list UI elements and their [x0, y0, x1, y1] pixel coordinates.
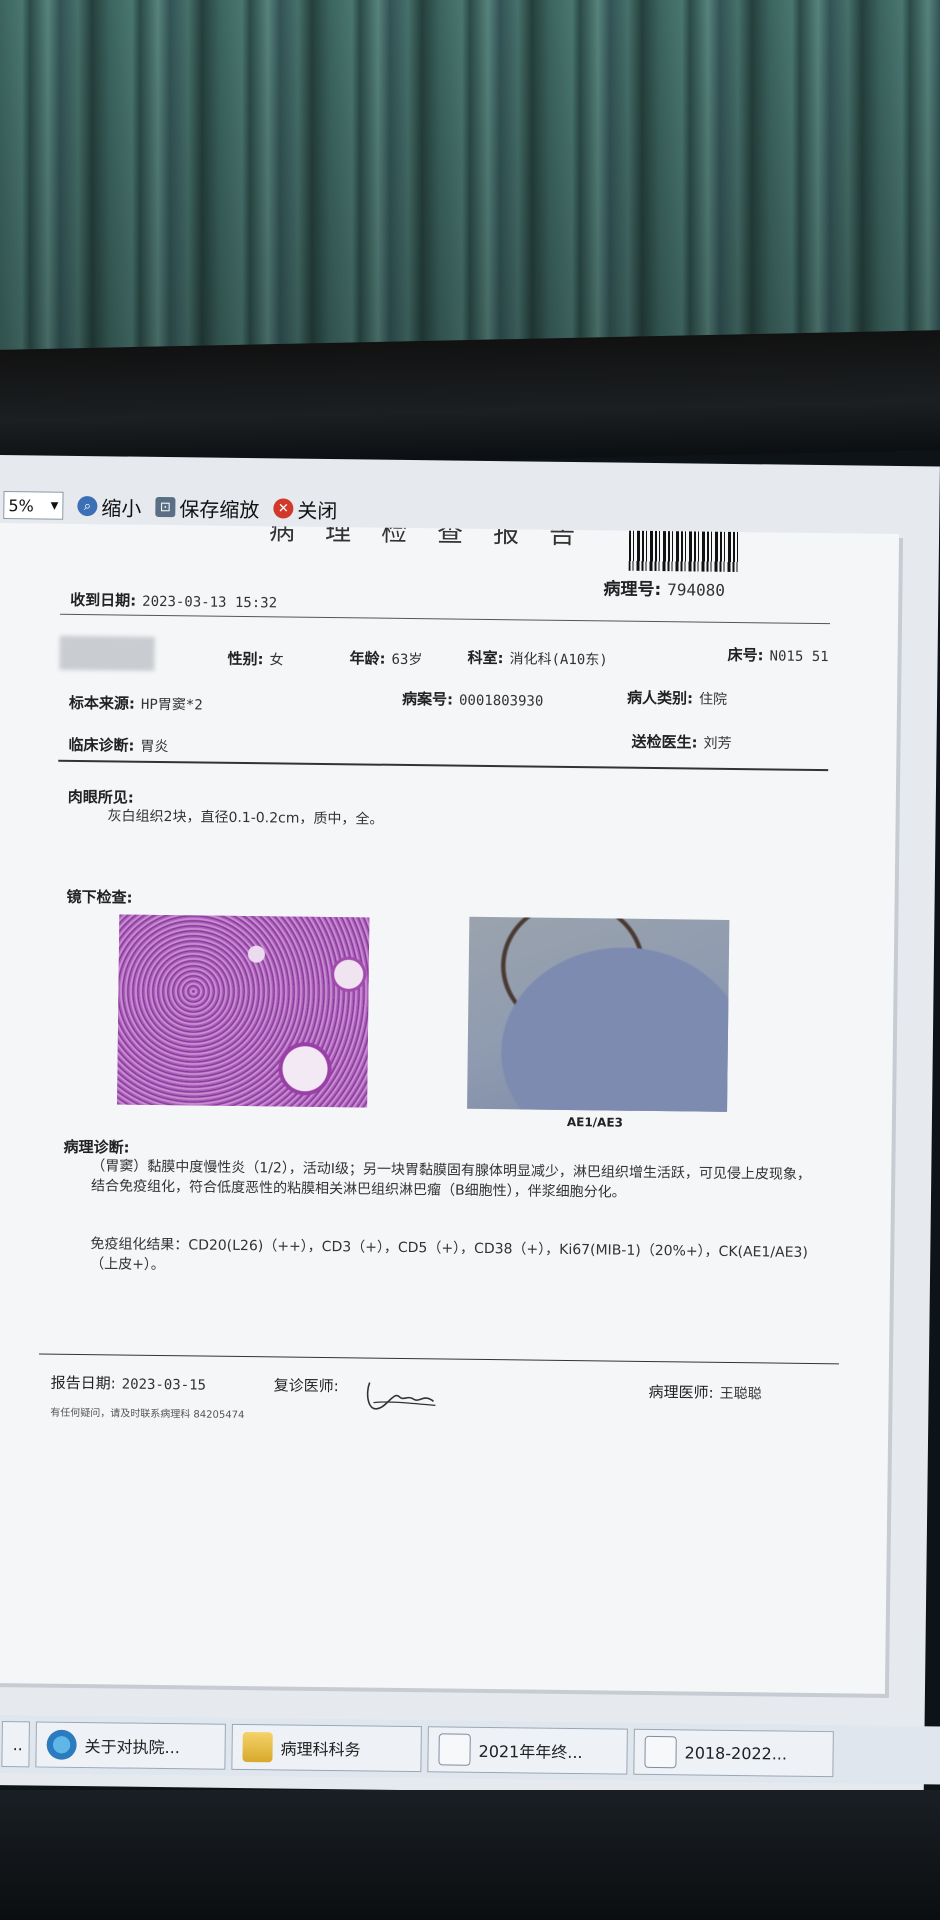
bed-number: 床号: N015 51 — [727, 645, 829, 666]
footer-note: 有任何疑问，请及时联系病理科 84205474 — [50, 1407, 245, 1422]
gross-findings-label: 肉眼所见: — [67, 787, 134, 807]
department: 科室: 消化科(A10东) — [467, 648, 608, 669]
redacted-patient-name — [59, 635, 155, 671]
review-doctor-label: 复诊医师: — [273, 1376, 339, 1396]
pathologist: 病理医师: 王聪聪 — [648, 1382, 762, 1403]
signature-image — [366, 1382, 436, 1410]
folder-icon — [242, 1731, 273, 1763]
pathology-number: 病理号: 794080 — [603, 579, 726, 601]
he-stain-micrograph — [117, 914, 370, 1108]
spreadsheet-icon — [644, 1735, 677, 1769]
microscopy-label: 镜下检查: — [66, 887, 133, 907]
chevron-down-icon: ▼ — [50, 500, 59, 512]
gross-findings-text: 灰白组织2块，直径0.1-0.2cm，质中，全。 — [107, 808, 384, 828]
report-date: 报告日期: 2023-03-15 — [50, 1373, 207, 1394]
ihc-stain-micrograph — [467, 916, 730, 1112]
age: 年龄: 63岁 — [349, 649, 423, 669]
gender: 性别: 女 — [227, 649, 284, 669]
save-zoom-icon: ⊡ — [155, 496, 176, 518]
internet-explorer-icon — [46, 1729, 77, 1760]
monitor-bezel-bottom — [0, 1790, 940, 1920]
background-curtain — [0, 0, 940, 380]
zoom-select[interactable]: 5% ▼ — [3, 491, 64, 520]
diagnosis-label: 病理诊断: — [63, 1137, 130, 1157]
taskbar-item-folder[interactable]: 病理科科务 — [231, 1723, 422, 1773]
close-label: 关闭 — [297, 498, 338, 523]
taskbar-overflow[interactable]: .. — [1, 1721, 30, 1768]
ihc-caption: AE1/AE3 — [566, 1114, 624, 1130]
sending-doctor: 送检医生: 刘芳 — [631, 732, 732, 752]
report-title-fragment: 病理检查报告 — [268, 526, 606, 549]
diagnosis-text: （胃窦）黏膜中度慢性炎（1/2），活动I级；另一块胃黏膜固有腺体明显减少，淋巴组… — [90, 1158, 812, 1201]
divider-1 — [60, 613, 831, 625]
zoom-out-button[interactable]: ⌕ 缩小 — [77, 491, 142, 521]
taskbar-item-ie[interactable]: 关于对执院... — [35, 1721, 226, 1770]
barcode — [628, 530, 740, 573]
save-zoom-button[interactable]: ⊡ 保存缩放 — [155, 492, 259, 522]
zoom-value: 5% — [8, 495, 34, 515]
received-date: 收到日期: 2023-03-13 15:32 — [70, 590, 278, 612]
specimen-source: 标本来源: HP胃窦*2 — [68, 693, 203, 714]
case-number: 病案号: 0001803930 — [401, 689, 544, 710]
pathology-report: 病理检查报告 病理号: 794080 收到日期: 2023-03-13 15:32 … — [0, 522, 900, 1694]
document-icon — [438, 1733, 471, 1766]
clinical-diagnosis: 临床诊断: 胃炎 — [68, 735, 169, 756]
monitor-screen: 5% ▼ ⌕ 缩小 ⊡ 保存缩放 ✕ 关闭 病理检查报告 病理号: 794080 … — [0, 455, 940, 1797]
divider-2 — [58, 759, 829, 772]
monitor-bezel-top — [0, 330, 940, 470]
zoom-out-label: 缩小 — [101, 495, 142, 521]
close-icon: ✕ — [273, 498, 294, 519]
close-button[interactable]: ✕ 关闭 — [273, 494, 337, 524]
save-zoom-label: 保存缩放 — [179, 496, 260, 522]
windows-taskbar: .. 关于对执院... 病理科科务 2021年年终... 2018-2022..… — [0, 1715, 940, 1785]
patient-type: 病人类别: 住院 — [626, 688, 728, 708]
immunohistochemistry-text: 免疫组化结果：CD20(L26)（++），CD3（+），CD5（+），CD38（… — [90, 1236, 808, 1274]
taskbar-item-doc-2021[interactable]: 2021年年终... — [427, 1726, 628, 1775]
taskbar-item-doc-2018[interactable]: 2018-2022... — [633, 1728, 834, 1778]
magnifier-icon: ⌕ — [77, 495, 98, 517]
divider-3 — [39, 1353, 839, 1365]
